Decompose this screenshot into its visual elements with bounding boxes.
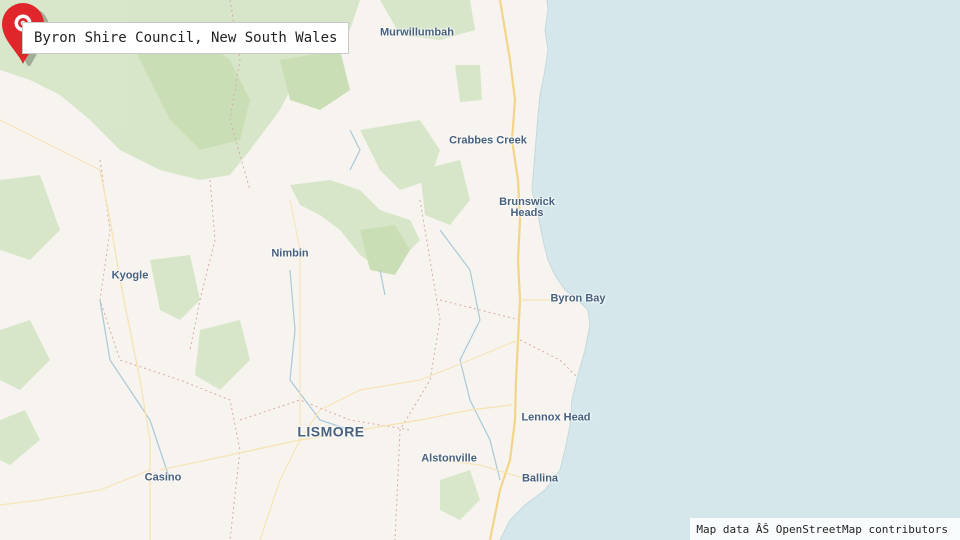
place-label-kyogle: Kyogle <box>111 269 149 282</box>
place-label-brunswick-heads: Brunswick Heads <box>499 196 555 219</box>
place-label-alstonville: Alstonville <box>421 452 477 465</box>
place-label-nimbin: Nimbin <box>271 247 309 260</box>
place-label-ballina: Ballina <box>521 472 559 485</box>
ocean <box>500 0 960 540</box>
place-label-lennox-head: Lennox Head <box>521 411 591 424</box>
place-label-byron-bay: Byron Bay <box>550 292 606 305</box>
place-label-casino: Casino <box>144 471 182 484</box>
place-label-lismore: LISMORE <box>297 423 365 440</box>
place-label-murwillumbah: Murwillumbah <box>380 26 454 39</box>
map-attribution[interactable]: Map data ÂŠ OpenStreetMap contributors <box>690 518 960 540</box>
place-label-crabbes-creek: Crabbes Creek <box>449 134 527 147</box>
map-canvas[interactable]: Murwillumbah Crabbes Creek Brunswick Hea… <box>0 0 960 540</box>
map-title: Byron Shire Council, New South Wales <box>22 22 350 54</box>
